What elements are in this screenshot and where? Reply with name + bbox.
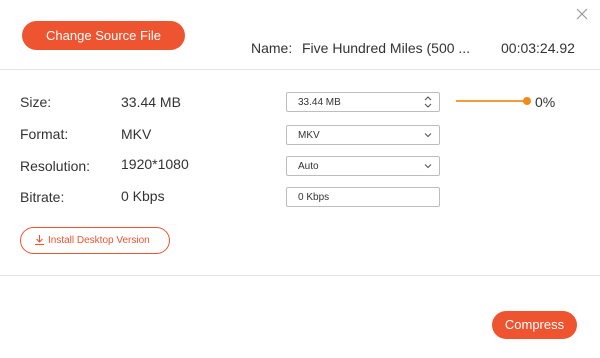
up-down-chevron-icon[interactable] (423, 95, 433, 109)
footer-divider (0, 275, 600, 276)
name-label: Name: (251, 40, 293, 56)
slider-percent: 0% (535, 94, 556, 110)
size-slider-track[interactable] (456, 100, 527, 102)
download-icon (34, 234, 45, 246)
format-label: Format: (20, 126, 69, 142)
bitrate-input-value: 0 Kbps (298, 192, 330, 203)
size-value: 33.44 MB (121, 94, 181, 110)
size-slider-handle[interactable] (523, 97, 531, 105)
compress-button[interactable]: Compress (492, 311, 577, 339)
bitrate-value: 0 Kbps (121, 188, 165, 204)
format-select[interactable]: MKV (286, 125, 440, 145)
size-stepper-value: 33.44 MB (298, 97, 341, 108)
resolution-select[interactable]: Auto (286, 156, 440, 176)
compress-dialog: Change Source File Name: Five Hundred Mi… (0, 0, 600, 358)
file-header: Change Source File Name: Five Hundred Mi… (0, 0, 600, 70)
file-duration: 00:03:24.92 (501, 40, 575, 56)
chevron-down-icon[interactable] (423, 161, 433, 171)
size-stepper[interactable]: 33.44 MB (286, 92, 440, 112)
install-desktop-button[interactable]: Install Desktop Version (20, 227, 170, 254)
format-value: MKV (121, 126, 152, 142)
format-select-value: MKV (298, 130, 320, 141)
bitrate-input[interactable]: 0 Kbps (286, 187, 440, 207)
bitrate-label: Bitrate: (20, 189, 65, 205)
chevron-down-icon[interactable] (423, 130, 433, 140)
size-label: Size: (20, 94, 52, 110)
resolution-select-value: Auto (298, 161, 319, 172)
change-source-file-button[interactable]: Change Source File (22, 21, 185, 50)
file-name: Five Hundred Miles (500 ... (302, 40, 471, 56)
resolution-label: Resolution: (20, 158, 91, 174)
resolution-value: 1920*1080 (121, 156, 189, 172)
install-desktop-label: Install Desktop Version (48, 235, 150, 246)
